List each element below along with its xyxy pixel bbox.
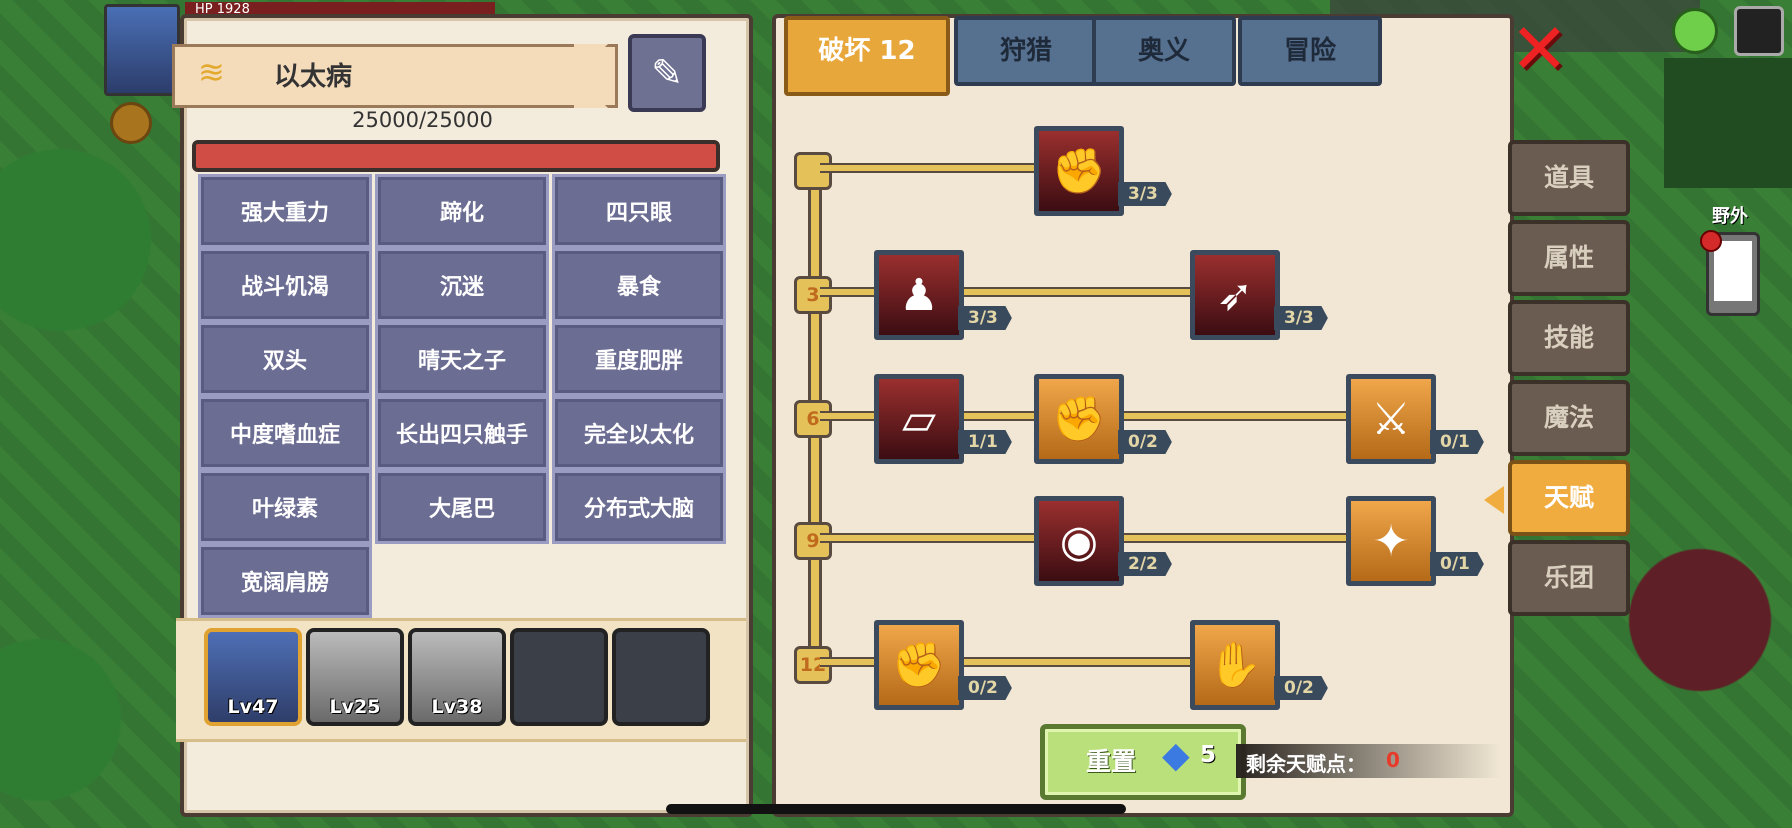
muscle-body-icon: ♟ <box>899 269 939 321</box>
syringe-icon: ✎ <box>651 51 683 95</box>
team-slot[interactable] <box>612 628 710 726</box>
trait-item[interactable]: 长出四只触手 <box>375 396 549 470</box>
fullscreen-icon[interactable] <box>1734 6 1784 56</box>
fist-icon: ✊ <box>891 640 947 691</box>
tab-talent-category[interactable]: 奥义 <box>1092 16 1236 86</box>
active-arrow-icon <box>1484 486 1504 514</box>
slash-icon: ⚔ <box>1371 393 1411 445</box>
talent-skill[interactable]: ➶ <box>1190 250 1280 340</box>
home-indicator <box>666 804 1126 814</box>
remaining-points-label: 剩余天赋点： <box>1246 752 1366 776</box>
trait-item[interactable]: 强大重力 <box>198 174 372 248</box>
skill-count: 1/1 <box>958 430 1012 454</box>
remaining-points-value: 0 <box>1386 748 1400 772</box>
close-icon[interactable]: ✕ <box>1510 14 1569 84</box>
player-avatar[interactable] <box>104 4 180 96</box>
banner-tail <box>574 44 608 108</box>
talent-skill[interactable]: ✋ <box>1190 620 1280 710</box>
talent-skill[interactable]: ✊ <box>874 620 964 710</box>
syringe-button[interactable]: ✎ <box>628 34 706 112</box>
palm-strike-icon: ✋ <box>1207 640 1263 691</box>
tab-talent-category[interactable]: 狩猎 <box>954 16 1098 86</box>
trait-item[interactable]: 宽阔肩膀 <box>198 544 372 618</box>
trait-item[interactable]: 完全以太化 <box>552 396 726 470</box>
skill-count: 0/2 <box>1274 676 1328 700</box>
trait-item[interactable]: 双头 <box>198 322 372 396</box>
punch-icon: ✊ <box>1051 394 1107 445</box>
mutation-title: 以太病 <box>274 62 353 92</box>
reset-label: 重置 <box>1086 747 1137 776</box>
notification-dot-icon <box>1700 230 1722 252</box>
side-menu-item[interactable]: 道具 <box>1508 140 1630 216</box>
trait-item[interactable]: 战斗饥渴 <box>198 248 372 322</box>
skill-count: 0/1 <box>1430 430 1484 454</box>
bat-wing-icon: ✦ <box>1372 515 1410 567</box>
skill-count: 3/3 <box>1274 306 1328 330</box>
skill-count: 2/2 <box>1118 552 1172 576</box>
card-draw-icon: ▱ <box>902 393 936 445</box>
gold-coin-icon <box>110 102 152 144</box>
mutation-hp-bar <box>192 140 720 172</box>
slot-level: Lv25 <box>329 696 381 718</box>
trait-item[interactable]: 暴食 <box>552 248 726 322</box>
reset-cost: 5 <box>1200 742 1217 768</box>
piercing-arrow-icon: ➶ <box>1216 269 1254 321</box>
side-menu-item[interactable]: 天赋 <box>1508 460 1630 536</box>
area-label: 野外 <box>1712 206 1748 227</box>
side-menu-item[interactable]: 魔法 <box>1508 380 1630 456</box>
team-slot[interactable]: Lv38 <box>408 628 506 726</box>
trait-item[interactable]: 大尾巴 <box>375 470 549 544</box>
talent-branch-line <box>820 163 1034 173</box>
mutation-hp-text: 25000/25000 <box>352 108 493 132</box>
team-slot[interactable] <box>510 628 608 726</box>
skill-count: 3/3 <box>1118 182 1172 206</box>
side-menu-item[interactable]: 乐团 <box>1508 540 1630 616</box>
diamond-icon: ◆ <box>1162 735 1190 776</box>
trait-item[interactable]: 分布式大脑 <box>552 470 726 544</box>
trait-item[interactable]: 叶绿素 <box>198 470 372 544</box>
minimap[interactable] <box>1664 58 1792 188</box>
team-slot[interactable]: Lv47 <box>204 628 302 726</box>
arm-wrestle-icon: ✊ <box>1051 146 1107 197</box>
trait-item[interactable]: 沉迷 <box>375 248 549 322</box>
side-menu-item[interactable]: 属性 <box>1508 220 1630 296</box>
wind-swirl-icon: ≋ <box>198 53 225 91</box>
talent-skill[interactable]: ✦ <box>1346 496 1436 586</box>
team-slot[interactable]: Lv25 <box>306 628 404 726</box>
skill-count: 0/2 <box>1118 430 1172 454</box>
talent-skill[interactable]: ✊ <box>1034 374 1124 464</box>
talent-skill[interactable]: ♟ <box>874 250 964 340</box>
skill-count: 0/2 <box>958 676 1012 700</box>
talent-skill[interactable]: ⚔ <box>1346 374 1436 464</box>
talent-skill[interactable]: ✊ <box>1034 126 1124 216</box>
slot-level: Lv47 <box>227 696 279 718</box>
talent-skill[interactable]: ▱ <box>874 374 964 464</box>
trait-item[interactable]: 四只眼 <box>552 174 726 248</box>
tab-talent-category[interactable]: 冒险 <box>1238 16 1382 86</box>
trait-item[interactable]: 中度嗜血症 <box>198 396 372 470</box>
skill-count: 0/1 <box>1430 552 1484 576</box>
globe-icon[interactable] <box>1672 8 1718 54</box>
tab-talent-category[interactable]: 破坏 12 <box>784 16 950 96</box>
orb-ring-icon: ◉ <box>1059 515 1099 567</box>
trait-item[interactable]: 蹄化 <box>375 174 549 248</box>
slot-level: Lv38 <box>431 696 483 718</box>
trait-item[interactable]: 重度肥胖 <box>552 322 726 396</box>
trait-item[interactable]: 晴天之子 <box>375 322 549 396</box>
side-menu-item[interactable]: 技能 <box>1508 300 1630 376</box>
skill-count: 3/3 <box>958 306 1012 330</box>
talent-skill[interactable]: ◉ <box>1034 496 1124 586</box>
